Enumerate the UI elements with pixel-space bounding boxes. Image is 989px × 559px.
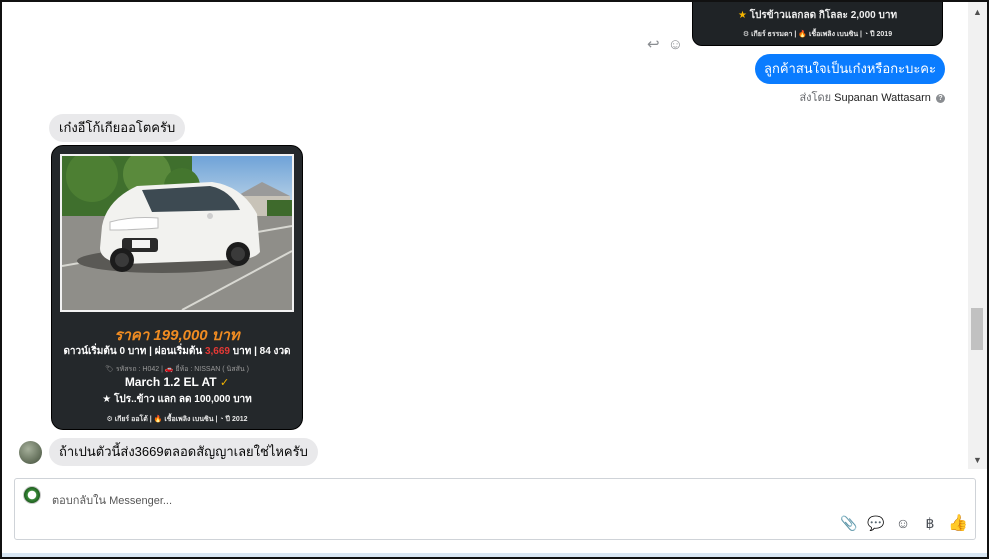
top-card-promo-text: โปรข้าวแลกลด กิโลละ 2,000 บาท <box>749 10 898 21</box>
terms-end: บาท | 84 งวด <box>229 346 291 357</box>
car-listing-card[interactable]: ราคา 199,000 บาท ดาวน์เริ่มต้น 0 บาท | ผ… <box>51 145 303 430</box>
chat-thread: ★ โปรข้าวแลกลด กิโลละ 2,000 บาท ⚙ เกียร์… <box>2 2 968 469</box>
payment-icon[interactable]: ฿ <box>921 515 939 532</box>
avatar[interactable] <box>19 441 42 464</box>
car-model-text: March 1.2 EL AT <box>124 375 217 389</box>
top-car-card[interactable]: ★ โปรข้าวแลกลด กิโลละ 2,000 บาท ⚙ เกียร์… <box>692 2 943 46</box>
star-icon: ★ <box>737 10 747 21</box>
scroll-down-arrow-icon[interactable]: ▼ <box>973 456 982 465</box>
chat-scrollbar[interactable]: ▲ ▼ <box>968 2 987 469</box>
bottom-strip <box>2 553 987 557</box>
scroll-up-arrow-icon[interactable]: ▲ <box>973 8 982 17</box>
top-card-promo: ★ โปรข้าวแลกลด กิโลละ 2,000 บาท <box>693 8 942 23</box>
car-promo: ★ โปร..ข้าว แลก ลด 100,000 บาท <box>102 394 252 405</box>
car-photo <box>60 154 294 312</box>
reply-composer[interactable]: ตอบกลับใน Messenger... 📎 💬 ☺ ฿ 👍 <box>14 478 976 540</box>
messenger-window: ★ โปรข้าวแลกลด กิโลละ 2,000 บาท ⚙ เกียร์… <box>0 0 989 559</box>
saved-reply-icon[interactable]: 💬 <box>867 515 885 532</box>
car-specs: ⚙ เกียร์ ออโต้ | 🔥 เชื้อเพลิง เบนซิน | ◔… <box>106 416 248 423</box>
sender-name: Supanan Wattasarn <box>834 92 931 104</box>
composer-tools: 📎 💬 ☺ ฿ 👍 <box>840 513 968 533</box>
composer-area: ตอบกลับใน Messenger... 📎 💬 ☺ ฿ 👍 <box>2 469 987 557</box>
verified-check-icon: ✓ <box>219 377 230 389</box>
car-image <box>62 156 292 310</box>
attachment-icon[interactable]: 📎 <box>840 515 858 532</box>
incoming-message-1[interactable]: เก๋งอีโก้เกียออโตครับ <box>49 114 186 142</box>
reply-react-icons[interactable]: ↩ ☺ <box>647 35 685 53</box>
terms-start: ดาวน์เริ่มต้น 0 บาท | ผ่อนเริ่มต้น <box>63 346 205 357</box>
help-icon[interactable]: ? <box>936 94 945 103</box>
page-logo-icon <box>23 486 41 504</box>
sent-by: ส่งโดย Supanan Wattasarn ? <box>799 88 945 106</box>
incoming-message-2[interactable]: ถ้าเปนตัวนี้ส่ง3669ตลอดสัญญาเลยใช่ไหครับ <box>49 438 318 466</box>
car-model: March 1.2 EL AT ✓ <box>52 375 302 389</box>
car-finance-terms: ดาวน์เริ่มต้น 0 บาท | ผ่อนเริ่มต้น 3,669… <box>52 344 302 359</box>
car-meta: 🏷 รหัสรถ : H042 | 🚗 ยี่ห้อ : NISSAN ( นิ… <box>105 366 249 373</box>
sent-by-label: ส่งโดย <box>799 92 832 104</box>
outgoing-message[interactable]: ลูกค้าสนใจเป็นเก๋งหรือกะบะคะ <box>755 54 945 84</box>
reply-input[interactable]: ตอบกลับใน Messenger... <box>52 491 172 509</box>
thumbs-up-icon[interactable]: 👍 <box>948 513 968 533</box>
top-card-specs: ⚙ เกียร์ ธรรมดา | 🔥 เชื้อเพลิง เบนซิน | … <box>742 31 893 38</box>
scroll-thumb[interactable] <box>971 308 983 350</box>
installment-amount: 3,669 <box>204 346 230 357</box>
emoji-icon[interactable]: ☺ <box>894 515 912 531</box>
